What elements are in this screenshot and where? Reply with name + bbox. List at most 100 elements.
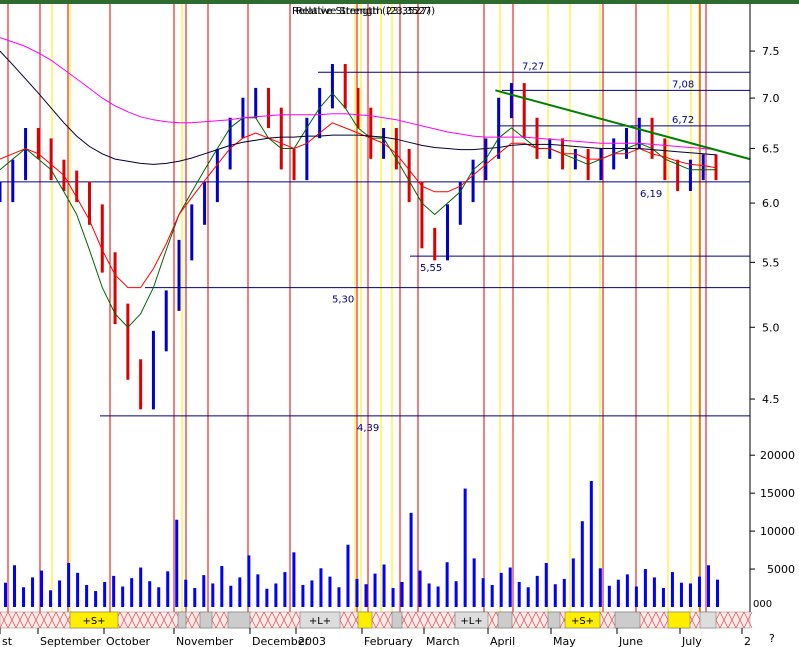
volume-bar xyxy=(121,586,125,607)
volume-bar xyxy=(445,562,449,607)
volume-bar xyxy=(274,583,278,607)
month-label: February xyxy=(364,635,413,647)
volume-bar xyxy=(472,558,476,607)
price-panel xyxy=(0,37,751,410)
volume-bar xyxy=(517,581,521,607)
volume-bar xyxy=(400,581,404,607)
strip-block xyxy=(699,611,717,629)
volume-bar xyxy=(103,581,107,607)
volume-bar xyxy=(67,562,71,607)
volume-bar xyxy=(193,588,197,607)
volume-bar xyxy=(355,578,359,607)
volume-bar xyxy=(697,576,701,607)
signal-strip: +S+ +L+ +L+ +S+ xyxy=(0,611,753,629)
volume-bar xyxy=(229,585,233,607)
volume-bar xyxy=(373,573,377,607)
volume-bar xyxy=(328,576,332,607)
volume-bar xyxy=(22,587,26,607)
volume-bar xyxy=(292,552,296,607)
volume-bar xyxy=(247,555,251,607)
strip-block xyxy=(614,611,641,629)
strip-signal-label: +L+ xyxy=(460,616,482,627)
volume-tick-label: 20000 xyxy=(760,449,795,462)
volume-bar xyxy=(184,579,188,607)
volume-bar xyxy=(607,585,611,607)
month-label: November xyxy=(176,635,234,647)
volume-bar xyxy=(4,582,7,607)
level-label: 7,08 xyxy=(672,79,694,90)
volume-bar xyxy=(562,578,566,607)
volume-bar xyxy=(418,570,422,607)
volume-bar xyxy=(679,582,683,607)
volume-bar xyxy=(148,581,152,607)
y-axis: 4.5 5.0 5.5 6.0 6.5 7.0 7.5 5000 10000 15000 20000 xyxy=(749,4,795,612)
moving-average-line xyxy=(0,122,717,289)
strip-signal-label: +S+ xyxy=(82,616,105,627)
volume-bar xyxy=(94,591,98,607)
volume-bar xyxy=(499,572,503,607)
strip-block xyxy=(199,611,213,629)
top-border-bar xyxy=(0,0,799,4)
volume-bar xyxy=(391,588,395,607)
volume-bar xyxy=(535,575,539,607)
volume-bar xyxy=(481,578,485,607)
volume-bar xyxy=(706,565,710,607)
volume-bar xyxy=(31,577,35,607)
volume-bar xyxy=(265,588,269,607)
strip-block xyxy=(667,611,691,629)
month-label: March xyxy=(426,635,460,647)
price-tick-label: 7.0 xyxy=(762,92,780,105)
price-tick-label: 6.5 xyxy=(762,143,780,156)
month-label: April xyxy=(490,635,515,647)
month-label: 2003 xyxy=(298,635,326,647)
month-labels: st September October November December2003 Fe… xyxy=(0,628,751,647)
volume-bar xyxy=(301,584,305,607)
price-level-lines: 7,27 7,08 6,72 6,19 5,55 5,30 4,39 xyxy=(0,61,750,434)
volume-bar xyxy=(238,577,242,607)
volume-bar xyxy=(13,565,17,607)
volume-bar xyxy=(652,577,656,607)
volume-bar xyxy=(427,583,431,607)
help-icon[interactable]: ? xyxy=(769,632,775,645)
volume-bar xyxy=(544,562,548,607)
month-label: 2 xyxy=(744,635,751,647)
volume-bar xyxy=(346,544,350,607)
strip-signal-label: +S+ xyxy=(571,616,594,627)
volume-bar xyxy=(580,521,584,607)
volume-bar xyxy=(716,579,719,607)
level-label: 5,30 xyxy=(332,295,354,306)
volume-bar xyxy=(553,584,557,607)
volume-bar xyxy=(58,580,62,607)
month-label: October xyxy=(106,635,150,647)
volume-bar xyxy=(175,519,179,607)
volume-unit-label: 000 xyxy=(753,599,772,610)
volume-bar xyxy=(625,574,629,607)
volume-bar xyxy=(76,572,80,607)
strip-block xyxy=(227,611,251,629)
volume-bar xyxy=(589,480,593,607)
volume-bar xyxy=(256,574,260,607)
volume-bar xyxy=(571,558,575,607)
stock-chart: 7,277,086,726,195,555,304,39 +S+ +L+ +L+ +S… xyxy=(0,0,799,647)
strip-block xyxy=(547,611,561,629)
volume-tick-label: 10000 xyxy=(760,525,795,538)
volume-bar xyxy=(508,567,512,607)
strip-block xyxy=(497,611,513,629)
moving-average-line xyxy=(0,92,716,329)
volume-tick-label: 5000 xyxy=(767,563,795,576)
month-label: st xyxy=(2,635,13,647)
price-tick-label: 5.5 xyxy=(762,256,780,269)
volume-bar xyxy=(283,572,287,607)
strip-block xyxy=(357,611,373,629)
month-label: September xyxy=(40,635,101,647)
volume-bar xyxy=(454,581,458,607)
volume-bar xyxy=(616,579,620,607)
volume-bar xyxy=(409,512,413,607)
volume-bar xyxy=(526,587,530,607)
price-tick-label: 7.5 xyxy=(762,45,780,58)
price-tick-label: 4.5 xyxy=(762,393,780,406)
volume-bar xyxy=(211,583,215,607)
volume-bar xyxy=(364,584,368,607)
volume-bar xyxy=(139,567,143,607)
volume-bar xyxy=(130,578,134,607)
